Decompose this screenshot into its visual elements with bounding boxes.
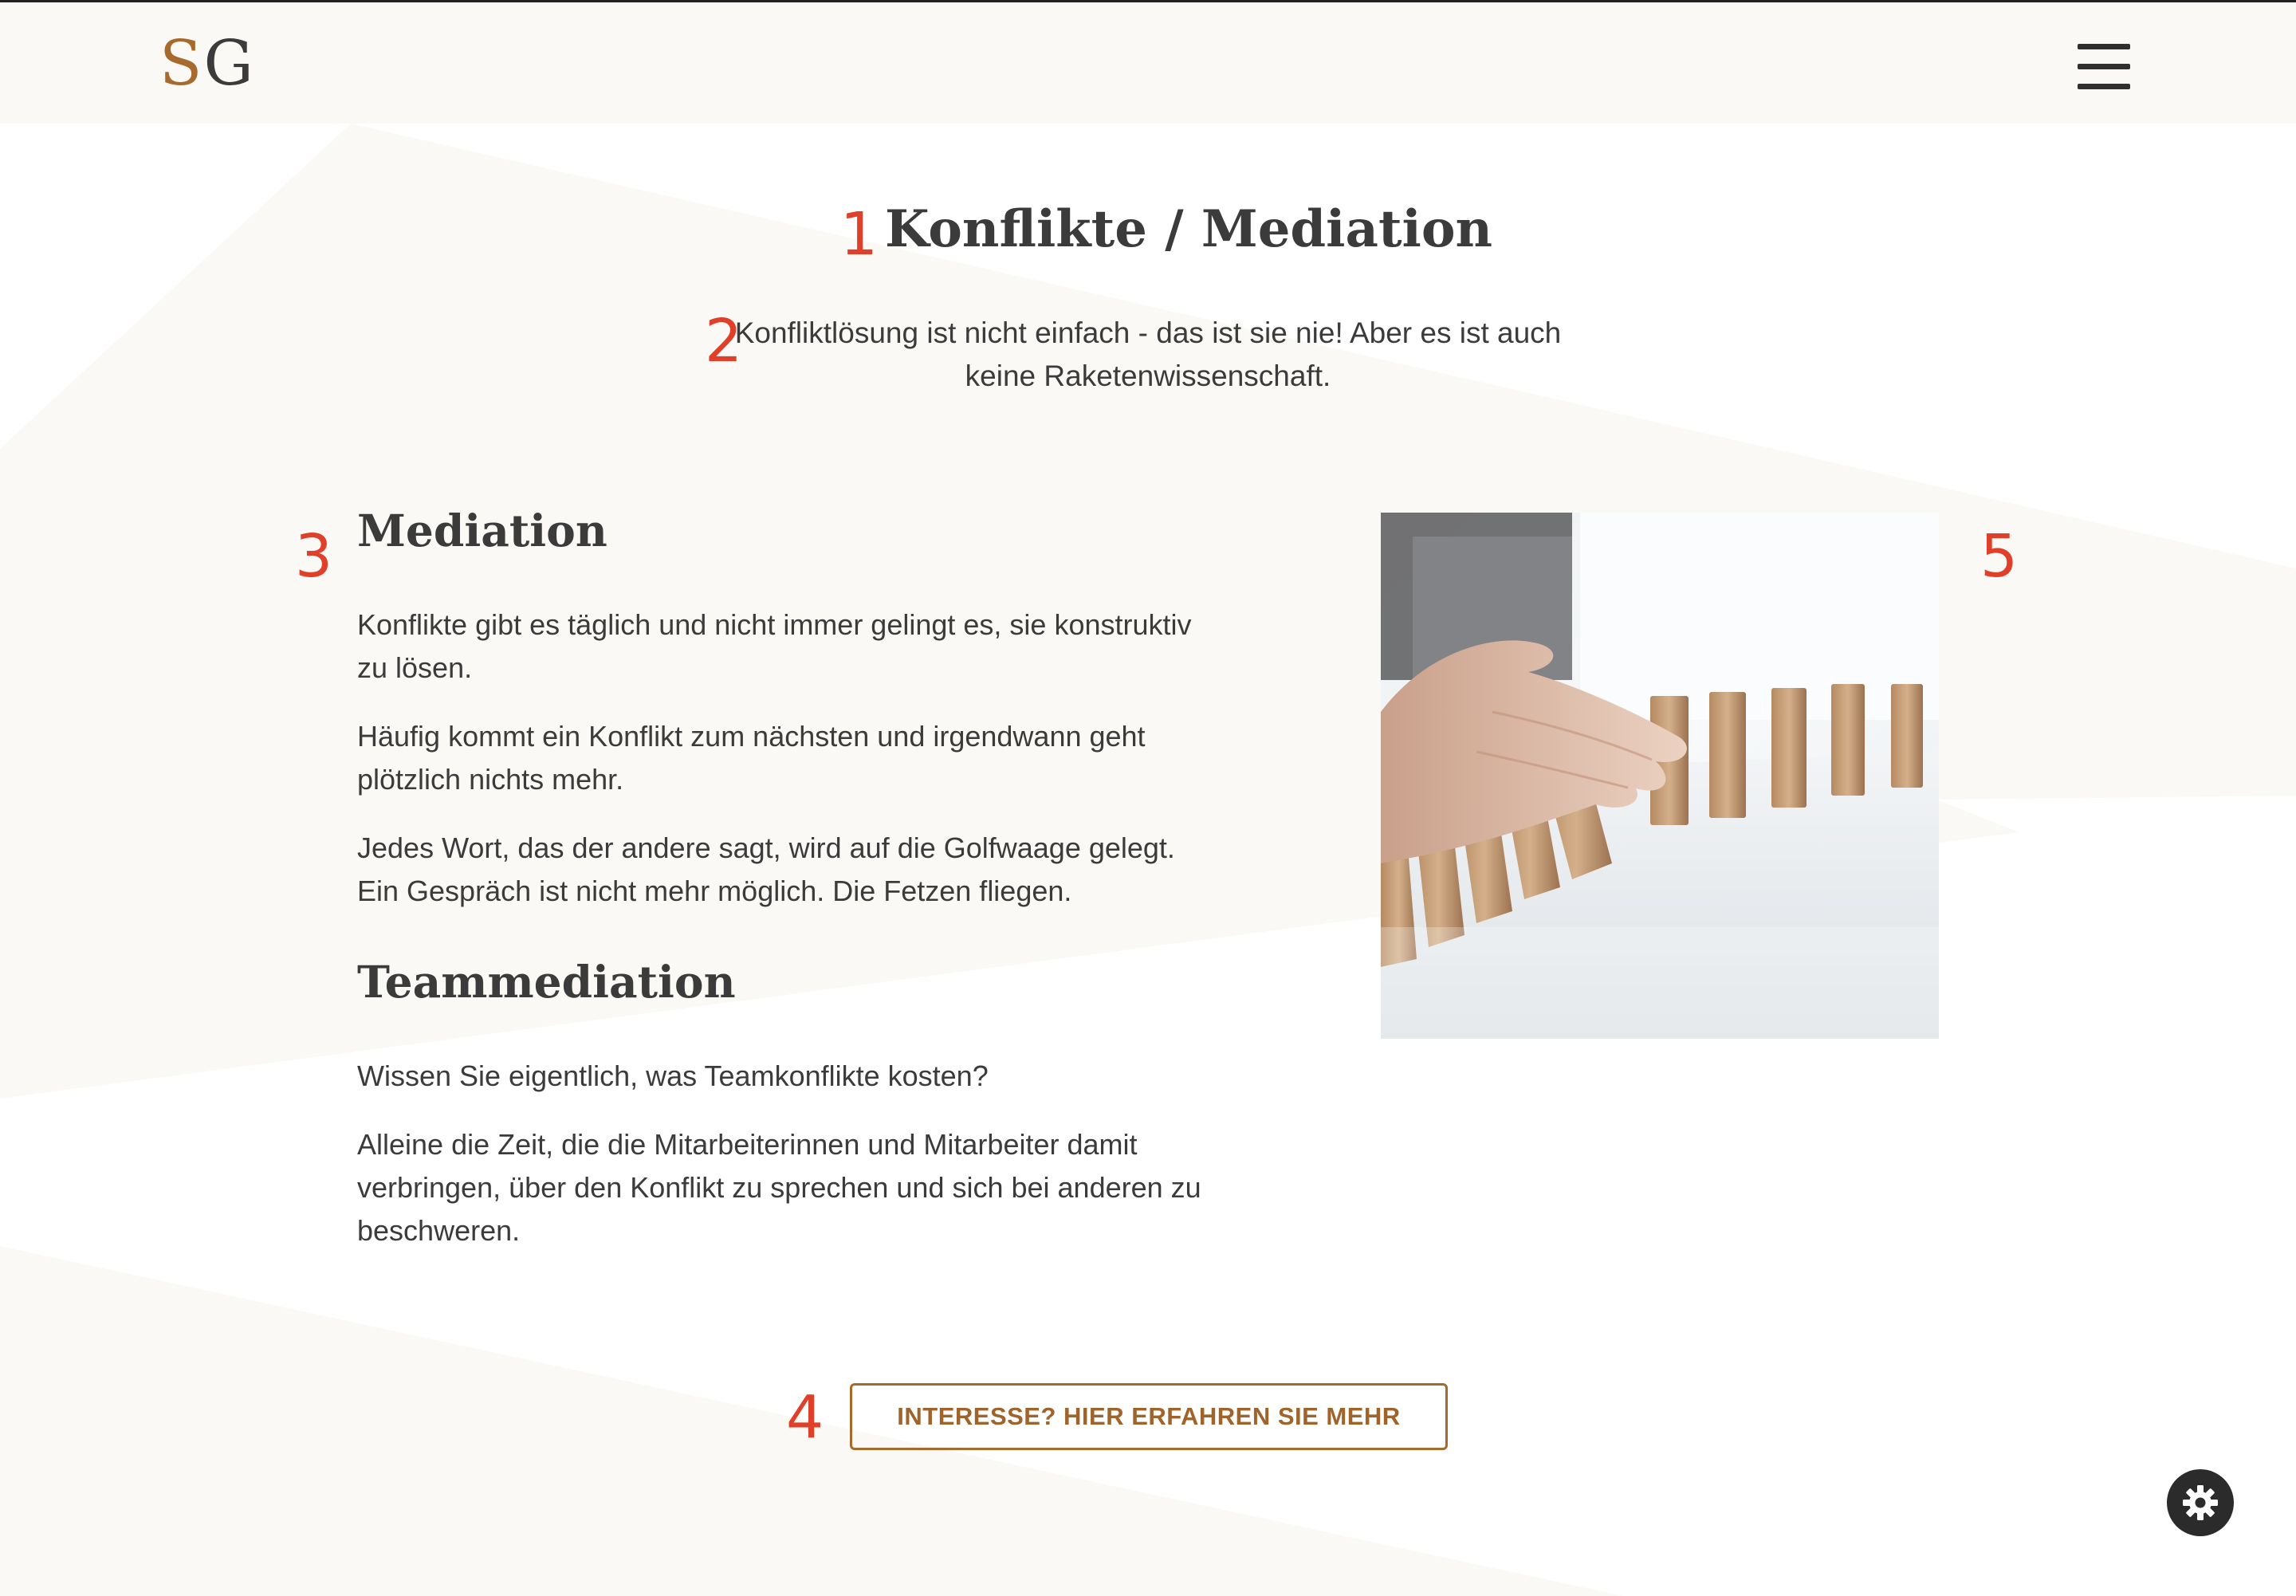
annotation-marker-4: 4 — [786, 1383, 824, 1452]
domino-hand-photo — [1381, 513, 1939, 1039]
mediation-paragraph-2: Häufig kommt ein Konflikt zum nächsten u… — [357, 720, 1146, 796]
main-content: Mediation Konflikte gibt es täglich und … — [357, 505, 1218, 1252]
hamburger-menu-icon[interactable] — [2078, 44, 2130, 90]
logo-letter-g: G — [203, 28, 255, 100]
mediation-paragraph-1: Konflikte gibt es täglich und nicht imme… — [357, 608, 1192, 684]
intro-text: Konfliktlösung ist nicht einfach - das i… — [718, 312, 1578, 398]
section-heading-mediation: Mediation — [357, 505, 607, 556]
logo[interactable]: SG — [159, 33, 255, 95]
annotation-marker-3: 3 — [295, 522, 333, 591]
intro-line-1: Konfliktlösung ist nicht einfach - das i… — [734, 316, 1562, 349]
section-heading-teammediation: Teammediation — [357, 956, 736, 1008]
teammediation-paragraph-2: Alleine die Zeit, die die Mitarbeiterinn… — [357, 1128, 1201, 1247]
menu-bar-middle — [2078, 64, 2130, 69]
settings-button[interactable] — [2167, 1469, 2234, 1536]
logo-letter-s: S — [159, 28, 204, 100]
intro-line-2: keine Raketenwissenschaft. — [965, 360, 1331, 392]
mediation-paragraph-3: Jedes Wort, das der andere sagt, wird au… — [357, 831, 1175, 907]
cta-more-info-button[interactable]: INTERESSE? HIER ERFAHREN SIE MEHR — [850, 1383, 1448, 1450]
menu-bar-top — [2078, 44, 2130, 49]
annotation-marker-5: 5 — [1980, 522, 2019, 591]
gear-icon — [2183, 1485, 2218, 1520]
teammediation-paragraph-1: Wissen Sie eigentlich, was Teamkonflikte… — [357, 1059, 989, 1092]
annotation-marker-1: 1 — [840, 200, 879, 269]
page: SG 1 2 3 4 5 Konflikte / Mediation Konfl… — [0, 0, 2296, 1596]
menu-bar-bottom — [2078, 84, 2130, 89]
page-title: Konflikte / Mediation — [885, 199, 1493, 259]
